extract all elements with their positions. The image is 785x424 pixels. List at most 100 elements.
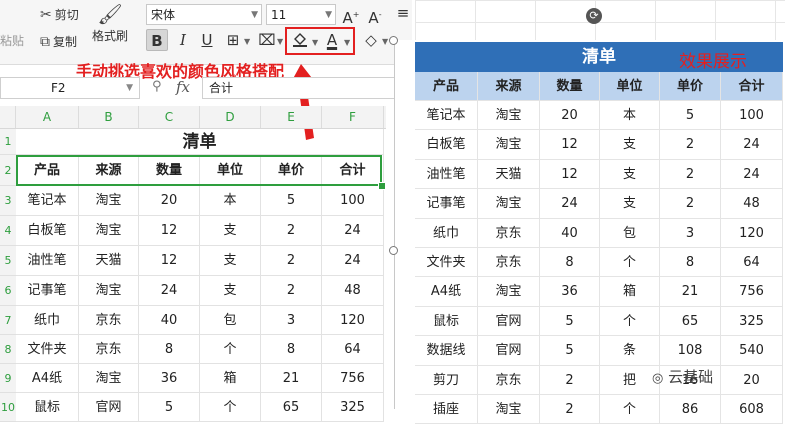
table-cell[interactable]: 天猫 bbox=[79, 246, 139, 276]
table-cell[interactable]: 64 bbox=[322, 335, 384, 364]
column-header-e[interactable]: E bbox=[261, 106, 322, 128]
table-cell[interactable]: 48 bbox=[322, 276, 384, 306]
row-header[interactable]: 5 bbox=[0, 246, 16, 276]
table-cell[interactable]: 笔记本 bbox=[16, 186, 79, 216]
row-header[interactable]: 7 bbox=[0, 306, 16, 335]
font-size-select[interactable]: 11 ▼ bbox=[266, 4, 336, 25]
table-cell[interactable]: 65 bbox=[261, 393, 322, 422]
table-cell[interactable]: 记事笔 bbox=[16, 276, 79, 306]
row-header[interactable]: 9 bbox=[0, 364, 16, 393]
table-cell[interactable]: 8 bbox=[261, 335, 322, 364]
table-cell[interactable]: 8 bbox=[139, 335, 200, 364]
preview-cell: 21 bbox=[660, 277, 721, 307]
table-cell[interactable]: 支 bbox=[200, 276, 261, 306]
table-cell[interactable]: 本 bbox=[200, 186, 261, 216]
row-header[interactable]: 4 bbox=[0, 216, 16, 246]
column-header-b[interactable]: B bbox=[79, 106, 139, 128]
fill-color-icon[interactable] bbox=[289, 30, 311, 52]
table-cell[interactable]: 箱 bbox=[200, 364, 261, 393]
italic-button[interactable]: I bbox=[172, 29, 194, 51]
corner-cell[interactable] bbox=[0, 106, 16, 128]
cut-button[interactable]: ✂ 剪切 bbox=[40, 6, 79, 23]
underline-button[interactable]: U bbox=[196, 29, 218, 51]
table-cell[interactable]: 120 bbox=[322, 306, 384, 335]
table-cell[interactable]: 纸巾 bbox=[16, 306, 79, 335]
table-cell[interactable]: 官网 bbox=[79, 393, 139, 422]
preview-cell: 325 bbox=[721, 306, 783, 337]
table-cell[interactable]: 2 bbox=[261, 216, 322, 246]
table-cell[interactable]: 支 bbox=[200, 246, 261, 276]
row-header[interactable]: 3 bbox=[0, 186, 16, 216]
formula-input[interactable]: 合计 bbox=[202, 77, 412, 99]
rotate-icon[interactable]: ⟳ bbox=[586, 8, 602, 24]
preview-cell: 笔记本 bbox=[415, 101, 478, 131]
table-cell[interactable]: 淘宝 bbox=[79, 276, 139, 306]
table-cell[interactable]: 21 bbox=[261, 364, 322, 393]
table-cell[interactable]: 淘宝 bbox=[79, 364, 139, 393]
format-painter-button[interactable]: 🖌 格式刷 bbox=[92, 2, 128, 44]
table-cell[interactable]: 36 bbox=[139, 364, 200, 393]
table-cell[interactable]: 5 bbox=[261, 186, 322, 216]
font-name-select[interactable]: 宋体 ▼ bbox=[146, 4, 262, 25]
table-cell[interactable]: 京东 bbox=[79, 335, 139, 364]
column-header-f[interactable]: F bbox=[322, 106, 384, 128]
preview-cell: 24 bbox=[721, 159, 783, 190]
row-header[interactable]: 2 bbox=[0, 155, 16, 186]
table-cell[interactable]: 2 bbox=[261, 276, 322, 306]
table-cell[interactable]: 京东 bbox=[79, 306, 139, 335]
table-cell[interactable]: 油性笔 bbox=[16, 246, 79, 276]
paste-button[interactable]: 粘贴 bbox=[0, 32, 24, 49]
name-box[interactable]: F2 ▼ bbox=[0, 77, 140, 99]
table-cell[interactable]: 2 bbox=[261, 246, 322, 276]
decrease-font-icon[interactable]: A- bbox=[364, 4, 386, 27]
column-header-d[interactable]: D bbox=[200, 106, 261, 128]
table-cell[interactable]: 淘宝 bbox=[79, 216, 139, 246]
table-cell[interactable]: 5 bbox=[139, 393, 200, 422]
table-cell[interactable]: 文件夹 bbox=[16, 335, 79, 364]
resize-handle[interactable] bbox=[389, 36, 398, 45]
row-header[interactable]: 6 bbox=[0, 276, 16, 306]
bold-button[interactable]: B bbox=[146, 29, 168, 51]
increase-font-icon[interactable]: A+ bbox=[340, 4, 362, 27]
table-cell[interactable]: 40 bbox=[139, 306, 200, 335]
formula-bar[interactable]: ⚲ fx 合计 bbox=[146, 77, 412, 99]
table-cell[interactable]: 100 bbox=[322, 186, 384, 216]
clear-format-icon[interactable]: ⌧ bbox=[256, 29, 278, 51]
sheet-title[interactable]: 清单 bbox=[16, 129, 384, 155]
preview-cell: 540 bbox=[721, 336, 783, 366]
table-cell[interactable]: 24 bbox=[139, 276, 200, 306]
row-header[interactable]: 8 bbox=[0, 335, 16, 364]
font-color-button[interactable]: A bbox=[321, 29, 343, 51]
copy-button[interactable]: ⧉ 复制 bbox=[40, 33, 77, 50]
eraser-icon[interactable]: ◇ bbox=[360, 29, 382, 51]
column-header-a[interactable]: A bbox=[16, 106, 79, 128]
zoom-icon: ⚲ bbox=[152, 79, 162, 94]
column-header-c[interactable]: C bbox=[139, 106, 200, 128]
preview-cell: 2 bbox=[660, 130, 721, 160]
table-cell[interactable]: 支 bbox=[200, 216, 261, 246]
preview-cell: 官网 bbox=[478, 306, 540, 337]
table-cell[interactable]: 包 bbox=[200, 306, 261, 335]
table-cell[interactable]: 鼠标 bbox=[16, 393, 79, 422]
row-header[interactable]: 10 bbox=[0, 393, 16, 422]
table-cell[interactable]: 个 bbox=[200, 393, 261, 422]
table-cell[interactable]: 白板笔 bbox=[16, 216, 79, 246]
table-cell[interactable]: 淘宝 bbox=[79, 186, 139, 216]
row-header[interactable]: 1 bbox=[0, 129, 16, 155]
table-cell[interactable]: 24 bbox=[322, 216, 384, 246]
border-icon[interactable]: ⊞ bbox=[222, 29, 244, 51]
table-cell[interactable]: A4纸 bbox=[16, 364, 79, 393]
table-cell[interactable]: 20 bbox=[139, 186, 200, 216]
resize-handle[interactable] bbox=[389, 246, 398, 255]
table-cell[interactable]: 325 bbox=[322, 393, 384, 422]
preview-cell: 8 bbox=[660, 248, 721, 278]
table-cell[interactable]: 12 bbox=[139, 216, 200, 246]
table-cell[interactable]: 756 bbox=[322, 364, 384, 393]
table-cell[interactable]: 24 bbox=[322, 246, 384, 276]
fill-handle[interactable] bbox=[378, 182, 386, 190]
table-cell[interactable]: 个 bbox=[200, 335, 261, 364]
table-cell[interactable]: 3 bbox=[261, 306, 322, 335]
preview-cell: 支 bbox=[600, 159, 660, 190]
align-icon[interactable]: ≡ bbox=[396, 2, 410, 24]
table-cell[interactable]: 12 bbox=[139, 246, 200, 276]
